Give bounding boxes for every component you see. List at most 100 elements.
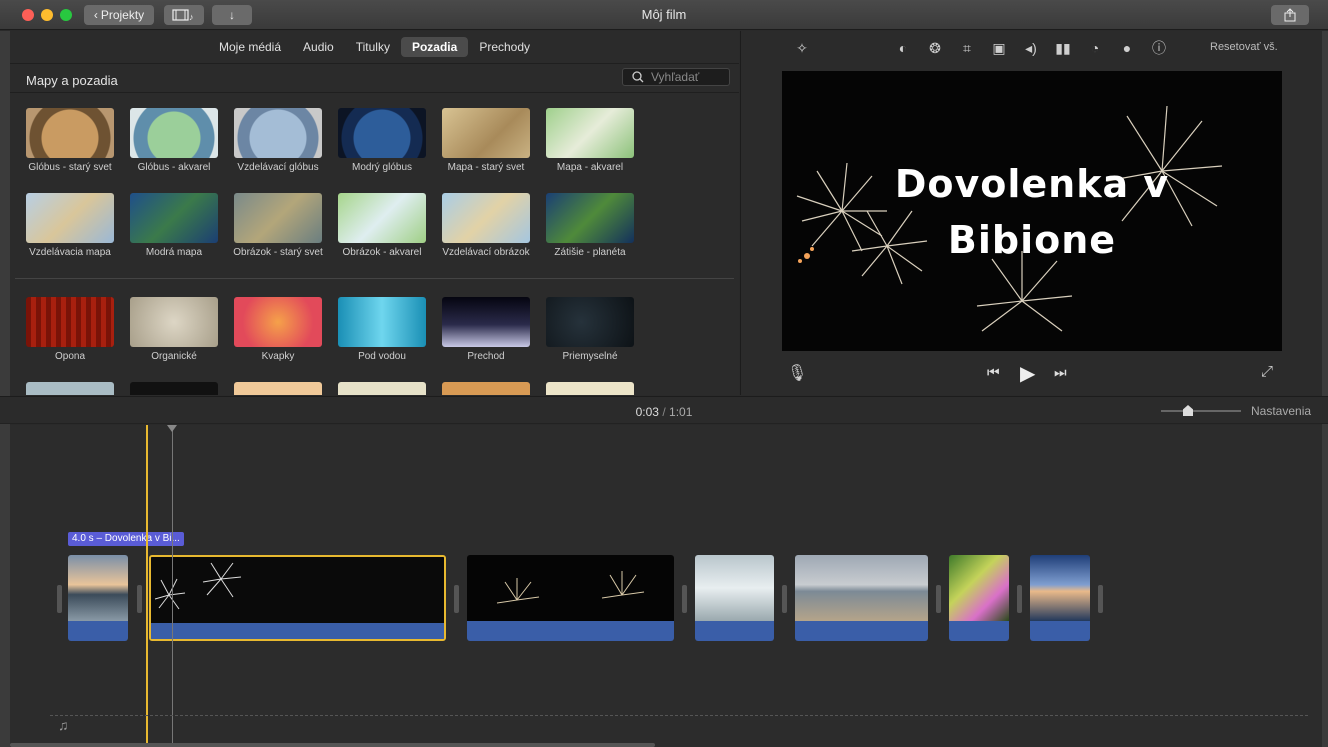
- clip-beach[interactable]: [795, 555, 928, 641]
- settings-button[interactable]: Nastavenia: [1251, 404, 1311, 418]
- map-label: Mapa - akvarel: [556, 162, 624, 173]
- transition-handle[interactable]: [682, 585, 687, 613]
- microphone-icon[interactable]: 🎙︎: [787, 363, 807, 383]
- audio-waveform: [695, 621, 774, 641]
- window-title: Môj film: [641, 7, 687, 22]
- clip-sunset-sea[interactable]: [1030, 555, 1090, 641]
- magic-wand-icon[interactable]: ✧: [793, 39, 811, 57]
- stabilization-icon[interactable]: ▣: [990, 39, 1008, 57]
- reset-all-button[interactable]: Resetovať vš.: [1210, 41, 1278, 53]
- transition-handle[interactable]: [1017, 585, 1022, 613]
- map-label: Mapa - starý svet: [447, 162, 525, 173]
- map-item-planet[interactable]: [546, 193, 634, 243]
- title-bar: ‹ Projekty ♪ ↓ Môj film: [0, 0, 1328, 30]
- window-left-edge: [0, 31, 10, 747]
- tab-audio[interactable]: Audio: [292, 37, 345, 57]
- clip-performers[interactable]: [949, 555, 1009, 641]
- map-item-educational-picture[interactable]: [442, 193, 530, 243]
- share-button[interactable]: [1271, 5, 1309, 25]
- map-item-educational-map[interactable]: [26, 193, 114, 243]
- map-item-old-map[interactable]: [442, 108, 530, 158]
- equalizer-icon[interactable]: ▮▮: [1054, 39, 1072, 57]
- planet-thumbnail: [546, 193, 634, 243]
- watercolor-picture-thumbnail: [338, 193, 426, 243]
- background-item-partial[interactable]: [442, 382, 530, 395]
- map-item-old-picture[interactable]: [234, 193, 322, 243]
- background-item-partial[interactable]: [234, 382, 322, 395]
- transition-handle[interactable]: [137, 585, 142, 613]
- tab-titles[interactable]: Titulky: [345, 37, 401, 57]
- drops-thumbnail: [234, 297, 322, 347]
- color-correction-icon[interactable]: ❂: [926, 39, 944, 57]
- clip-beach-sunset[interactable]: [68, 555, 128, 641]
- map-item-old-globe[interactable]: [26, 108, 114, 158]
- background-item-drops[interactable]: [234, 297, 322, 347]
- curtain-thumbnail: [26, 297, 114, 347]
- background-music-well[interactable]: [50, 715, 1308, 739]
- tab-my-media[interactable]: Moje médiá: [208, 37, 292, 57]
- filter-icon[interactable]: ●: [1118, 39, 1136, 57]
- fullscreen-icon[interactable]: ⤢: [1261, 363, 1273, 380]
- background-label: Pod vodou: [358, 351, 406, 362]
- current-time: 0:03: [635, 405, 659, 419]
- educational-map-thumbnail: [26, 193, 114, 243]
- clip-sea-waves[interactable]: [695, 555, 774, 641]
- map-label: Glóbus - starý svet: [28, 162, 112, 173]
- timeline-scrollbar[interactable]: [10, 743, 655, 747]
- music-note-icon: ♫: [58, 717, 69, 733]
- play-icon[interactable]: ▶: [1020, 361, 1035, 386]
- background-item-underwater[interactable]: [338, 297, 426, 347]
- window-right-edge: [1322, 31, 1328, 747]
- map-item-watercolor-map[interactable]: [546, 108, 634, 158]
- info-icon[interactable]: ⓘ: [1150, 39, 1168, 57]
- background-item-partial[interactable]: [130, 382, 218, 395]
- audio-waveform: [1030, 621, 1090, 641]
- background-item-partial[interactable]: [546, 382, 634, 395]
- background-item-organic[interactable]: [130, 297, 218, 347]
- gradient-thumbnail: [442, 297, 530, 347]
- map-label: Zátišie - planéta: [554, 247, 626, 258]
- old-picture-thumbnail: [234, 193, 322, 243]
- map-item-blue-map[interactable]: [130, 193, 218, 243]
- transition-handle[interactable]: [782, 585, 787, 613]
- fireworks-filmstrip: [496, 571, 645, 604]
- timeline: 4.0 s – Dovolenka v Bi... ♫: [10, 425, 1322, 747]
- clip-fireworks-selected[interactable]: [149, 555, 446, 641]
- background-item-industrial[interactable]: [546, 297, 634, 347]
- old-globe-thumbnail: [26, 108, 114, 158]
- background-item-gradient[interactable]: [442, 297, 530, 347]
- crop-icon[interactable]: ⌗: [958, 39, 976, 57]
- tab-backgrounds[interactable]: Pozadia: [400, 37, 469, 57]
- color-balance-icon[interactable]: ◐: [894, 39, 912, 57]
- audio-waveform: [68, 621, 128, 641]
- map-item-educational-globe[interactable]: [234, 108, 322, 158]
- background-item-curtain[interactable]: [26, 297, 114, 347]
- background-item-partial[interactable]: [338, 382, 426, 395]
- transition-handle[interactable]: [57, 585, 62, 613]
- clip-fireworks-2[interactable]: [467, 555, 674, 641]
- underwater-thumbnail: [338, 297, 426, 347]
- background-item-partial[interactable]: [26, 382, 114, 395]
- map-label: Glóbus - akvarel: [137, 162, 211, 173]
- tab-transitions[interactable]: Prechody: [468, 37, 541, 57]
- clip-title-label[interactable]: 4.0 s – Dovolenka v Bi...: [68, 532, 184, 546]
- clip-thumbnail: [795, 555, 928, 621]
- browser-tabs: Moje médiá Audio Titulky Pozadia Prechod…: [10, 31, 739, 63]
- transition-handle[interactable]: [1098, 585, 1103, 613]
- section-title: Mapy a pozadia: [26, 73, 118, 88]
- map-item-watercolor-globe[interactable]: [130, 108, 218, 158]
- map-label: Modrá mapa: [145, 247, 203, 258]
- zoom-slider-track[interactable]: [1161, 410, 1241, 412]
- transition-handle[interactable]: [936, 585, 941, 613]
- transition-handle[interactable]: [454, 585, 459, 613]
- map-item-watercolor-picture[interactable]: [338, 193, 426, 243]
- watercolor-globe-thumbnail: [130, 108, 218, 158]
- volume-icon[interactable]: ◂): [1022, 39, 1040, 57]
- playhead[interactable]: [146, 425, 148, 747]
- audio-waveform: [151, 623, 444, 639]
- skip-forward-icon[interactable]: ⏭︎: [1054, 364, 1067, 381]
- industrial-thumbnail: [546, 297, 634, 347]
- skip-back-icon[interactable]: ⏮︎: [987, 364, 1000, 381]
- speed-icon[interactable]: ◔: [1086, 39, 1104, 57]
- map-item-blue-globe[interactable]: [338, 108, 426, 158]
